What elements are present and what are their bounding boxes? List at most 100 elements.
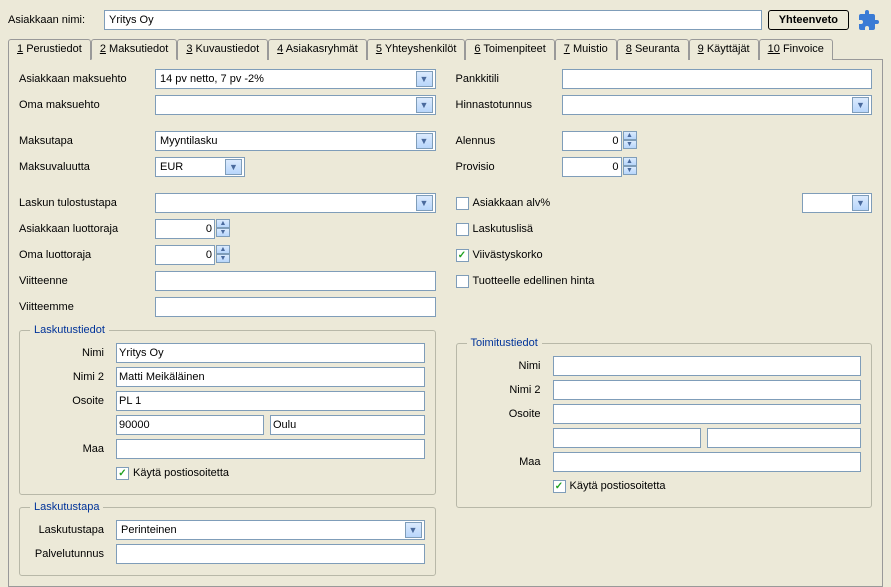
tab-maksutiedot[interactable]: 2 Maksutiedot xyxy=(91,39,178,60)
billing-method-fieldset: Laskutustapa Laskutustapa Perinteinen▼ P… xyxy=(19,501,436,576)
billing-post-checkbox[interactable]: ✓Käytä postiosoitetta xyxy=(116,467,229,480)
pricelist-label: Hinnastotunnus xyxy=(456,99,556,111)
ref-out-input[interactable] xyxy=(155,297,436,317)
delivery-country-label: Maa xyxy=(467,456,547,468)
tab-asiakasryhmat[interactable]: 4 Asiakasryhmät xyxy=(268,39,367,60)
chevron-down-icon: ▼ xyxy=(852,97,869,113)
cust-credit-spinner[interactable]: ▲▼ xyxy=(155,219,230,239)
service-id-label: Palvelutunnus xyxy=(30,548,110,560)
pay-method-label: Maksutapa xyxy=(19,135,149,147)
print-method-select[interactable]: ▼ xyxy=(155,193,436,213)
own-credit-input[interactable] xyxy=(155,245,215,265)
delivery-addr-input[interactable] xyxy=(553,404,862,424)
spin-up-icon[interactable]: ▲ xyxy=(623,157,637,166)
delivery-name2-input[interactable] xyxy=(553,380,862,400)
delivery-name-input[interactable] xyxy=(553,356,862,376)
delivery-fieldset: Toimitustiedot Nimi Nimi 2 Osoite Maa ✓K… xyxy=(456,337,873,508)
billing-legend: Laskutustiedot xyxy=(30,324,109,336)
vat-checkbox[interactable]: Asiakkaan alv% xyxy=(456,197,551,210)
discount-input[interactable] xyxy=(562,131,622,151)
billing-country-input[interactable] xyxy=(116,439,425,459)
spin-up-icon[interactable]: ▲ xyxy=(216,219,230,228)
chevron-down-icon: ▼ xyxy=(225,159,242,175)
ref-in-label: Viitteenne xyxy=(19,275,149,287)
discount-spinner[interactable]: ▲▼ xyxy=(562,131,637,151)
billing-method-label: Laskutustapa xyxy=(30,524,110,536)
print-method-label: Laskun tulostustapa xyxy=(19,197,149,209)
delivery-addr-label: Osoite xyxy=(467,408,547,420)
own-credit-label: Oma luottoraja xyxy=(19,249,149,261)
tab-content: Asiakkaan maksuehto 14 pv netto, 7 pv -2… xyxy=(8,59,883,587)
delivery-zip-input[interactable] xyxy=(553,428,701,448)
billing-name2-label: Nimi 2 xyxy=(30,371,110,383)
fee-checkbox[interactable]: Laskutuslisä xyxy=(456,223,534,236)
own-credit-spinner[interactable]: ▲▼ xyxy=(155,245,230,265)
payment-term-select[interactable]: 14 pv netto, 7 pv -2%▼ xyxy=(155,69,436,89)
payment-term-label: Asiakkaan maksuehto xyxy=(19,73,149,85)
billing-name-label: Nimi xyxy=(30,347,110,359)
fee-label: Laskutuslisä xyxy=(473,223,534,235)
delivery-post-checkbox[interactable]: ✓Käytä postiosoitetta xyxy=(553,480,666,493)
service-id-input[interactable] xyxy=(116,544,425,564)
currency-label: Maksuvaluutta xyxy=(19,161,149,173)
chevron-down-icon: ▼ xyxy=(416,97,433,113)
bank-input[interactable] xyxy=(562,69,873,89)
prev-price-label: Tuotteelle edellinen hinta xyxy=(473,275,595,287)
spin-down-icon[interactable]: ▼ xyxy=(216,228,230,237)
summary-button[interactable]: Yhteenveto xyxy=(768,10,849,30)
chevron-down-icon: ▼ xyxy=(416,133,433,149)
tab-kayttajat[interactable]: 9 Käyttäjät xyxy=(689,39,759,60)
own-term-select[interactable]: ▼ xyxy=(155,95,436,115)
billing-addr-input[interactable] xyxy=(116,391,425,411)
puzzle-icon[interactable] xyxy=(855,6,883,34)
commission-label: Provisio xyxy=(456,161,556,173)
chevron-down-icon: ▼ xyxy=(416,71,433,87)
interest-checkbox[interactable]: ✓Viivästyskorko xyxy=(456,249,543,262)
tab-finvoice[interactable]: 10 Finvoice xyxy=(759,39,833,60)
tab-toimenpiteet[interactable]: 6 Toimenpiteet xyxy=(465,39,554,60)
commission-spinner[interactable]: ▲▼ xyxy=(562,157,637,177)
tab-bar: 1 Perustiedot 2 Maksutiedot 3 Kuvaustied… xyxy=(8,38,883,59)
spin-up-icon[interactable]: ▲ xyxy=(623,131,637,140)
customer-name-input[interactable] xyxy=(104,10,762,30)
billing-zip-input[interactable] xyxy=(116,415,264,435)
billing-name2-input[interactable] xyxy=(116,367,425,387)
discount-label: Alennus xyxy=(456,135,556,147)
delivery-post-label: Käytä postiosoitetta xyxy=(570,480,666,492)
delivery-country-input[interactable] xyxy=(553,452,862,472)
customer-name-label: Asiakkaan nimi: xyxy=(8,14,98,26)
billing-method-legend: Laskutustapa xyxy=(30,501,103,513)
delivery-legend: Toimitustiedot xyxy=(467,337,542,349)
billing-city-input[interactable] xyxy=(270,415,425,435)
prev-price-checkbox[interactable]: Tuotteelle edellinen hinta xyxy=(456,275,595,288)
commission-input[interactable] xyxy=(562,157,622,177)
billing-name-input[interactable] xyxy=(116,343,425,363)
billing-fieldset: Laskutustiedot Nimi Nimi 2 Osoite Maa ✓K… xyxy=(19,324,436,495)
billing-method-select[interactable]: Perinteinen▼ xyxy=(116,520,425,540)
spin-down-icon[interactable]: ▼ xyxy=(216,254,230,263)
chevron-down-icon: ▼ xyxy=(416,195,433,211)
vat-select[interactable]: ▼ xyxy=(802,193,872,213)
billing-addr-label: Osoite xyxy=(30,395,110,407)
pricelist-select[interactable]: ▼ xyxy=(562,95,873,115)
chevron-down-icon: ▼ xyxy=(852,195,869,211)
tab-seuranta[interactable]: 8 Seuranta xyxy=(617,39,689,60)
chevron-down-icon: ▼ xyxy=(405,522,422,538)
spin-up-icon[interactable]: ▲ xyxy=(216,245,230,254)
tab-kuvaustiedot[interactable]: 3 Kuvaustiedot xyxy=(177,39,268,60)
interest-label: Viivästyskorko xyxy=(473,249,543,261)
spin-down-icon[interactable]: ▼ xyxy=(623,166,637,175)
own-term-label: Oma maksuehto xyxy=(19,99,149,111)
pay-method-select[interactable]: Myyntilasku▼ xyxy=(155,131,436,151)
tab-muistio[interactable]: 7 Muistio xyxy=(555,39,617,60)
bank-label: Pankkitili xyxy=(456,73,556,85)
tab-yhteyshenkilot[interactable]: 5 Yhteyshenkilöt xyxy=(367,39,466,60)
ref-in-input[interactable] xyxy=(155,271,436,291)
currency-select[interactable]: EUR▼ xyxy=(155,157,245,177)
delivery-city-input[interactable] xyxy=(707,428,862,448)
cust-credit-input[interactable] xyxy=(155,219,215,239)
ref-out-label: Viitteemme xyxy=(19,301,149,313)
spin-down-icon[interactable]: ▼ xyxy=(623,140,637,149)
delivery-name-label: Nimi xyxy=(467,360,547,372)
tab-perustiedot[interactable]: 1 Perustiedot xyxy=(8,39,91,60)
